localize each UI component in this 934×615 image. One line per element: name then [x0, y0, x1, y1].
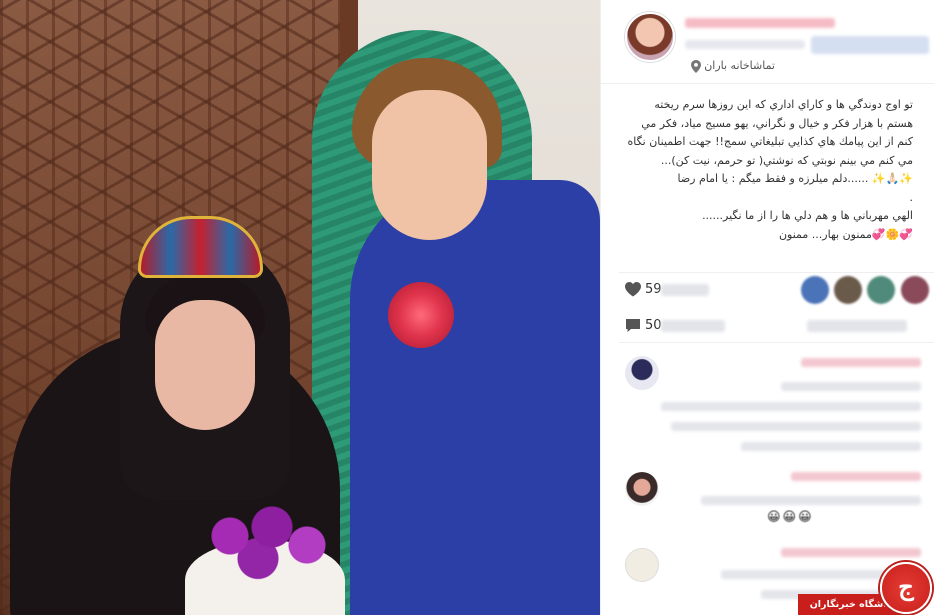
comment-text-blurred — [781, 382, 921, 391]
face-right — [372, 90, 487, 240]
comment-text-blurred — [661, 402, 921, 411]
red-rose — [388, 282, 454, 348]
commenter-name-blurred[interactable] — [781, 548, 921, 557]
caption-line: كنم از اين پيامك هاي كذايي تبليغاتي سمج!… — [627, 135, 913, 148]
post-caption: تو اوج دوندگي ها و كاراي اداري كه اين رو… — [613, 96, 913, 244]
caption-line: مي كنم مي بينم نوبتي كه نوشتي( تو حرمم، … — [660, 153, 913, 167]
speech-bubble-icon[interactable] — [625, 318, 641, 333]
liker-avatar[interactable] — [801, 276, 829, 304]
comments-count: 50 — [645, 318, 662, 333]
face-left — [155, 300, 255, 430]
comment-text-blurred — [741, 442, 921, 451]
caption-line: تو اوج دوندگي ها و كاراي اداري كه اين رو… — [654, 98, 913, 111]
likes-count: 59 — [645, 282, 662, 297]
divider — [619, 272, 934, 273]
watermark-logo-icon: ج — [880, 562, 932, 614]
flower-bouquet — [185, 500, 345, 615]
commenter-avatar[interactable] — [625, 356, 659, 390]
liker-avatar[interactable] — [867, 276, 895, 304]
caption-line: . — [909, 190, 914, 204]
purple-flowers — [195, 500, 335, 590]
comments-label-blurred — [661, 320, 725, 332]
commenter-avatar[interactable] — [625, 548, 659, 582]
liker-avatar[interactable] — [834, 276, 862, 304]
map-pin-icon — [691, 60, 701, 73]
divider — [619, 342, 934, 343]
view-all-comments-blurred[interactable] — [807, 320, 907, 332]
commenter-avatar[interactable] — [625, 472, 659, 506]
post-date-blurred — [685, 40, 805, 49]
post-photo[interactable] — [0, 0, 600, 615]
share-button-blurred[interactable] — [811, 36, 929, 54]
likes-label-blurred — [661, 284, 709, 296]
author-username-blurred[interactable] — [685, 18, 835, 28]
caption-line: هستم با هزار فكر و خيال و نگراني، يهو مس… — [641, 116, 913, 130]
post-header: تماشاخانه باران — [601, 0, 934, 84]
post-side-panel: تماشاخانه باران تو اوج دوندگي ها و كاراي… — [600, 0, 934, 615]
watermark-glyph: ج — [898, 572, 914, 601]
heart-icon[interactable] — [625, 282, 641, 297]
caption-line: 💞🌼💞ممنون بهار... ممنون — [778, 227, 913, 241]
commenter-name-blurred[interactable] — [801, 358, 921, 367]
author-avatar[interactable] — [625, 12, 675, 62]
comment-emojis: 😀😀😀 — [767, 510, 814, 525]
caption-line: ✨🙏🏻✨ ......دلم ميلرزه و فقط ميگم : يا ام… — [677, 172, 913, 185]
post-location[interactable]: تماشاخانه باران — [704, 59, 775, 72]
liker-avatar[interactable] — [901, 276, 929, 304]
comment-text-blurred — [701, 496, 921, 505]
blue-robe — [350, 180, 600, 615]
comment-text-blurred — [671, 422, 921, 431]
commenter-name-blurred[interactable] — [791, 472, 921, 481]
caption-line: الهي مهرباني ها و هم دلي ها را از ما نگي… — [702, 209, 913, 222]
